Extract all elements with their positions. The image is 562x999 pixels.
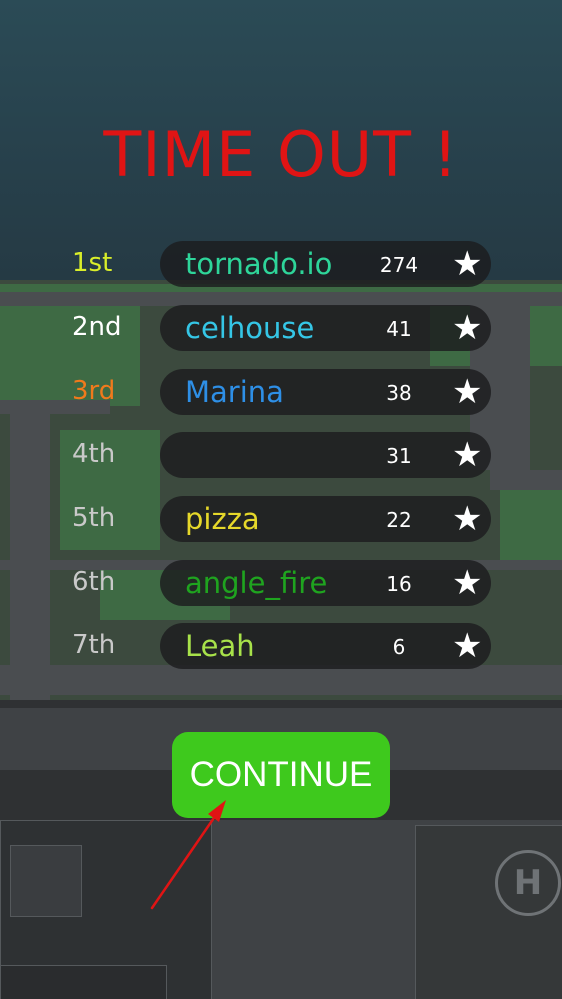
red-arrow-icon [150,800,226,910]
